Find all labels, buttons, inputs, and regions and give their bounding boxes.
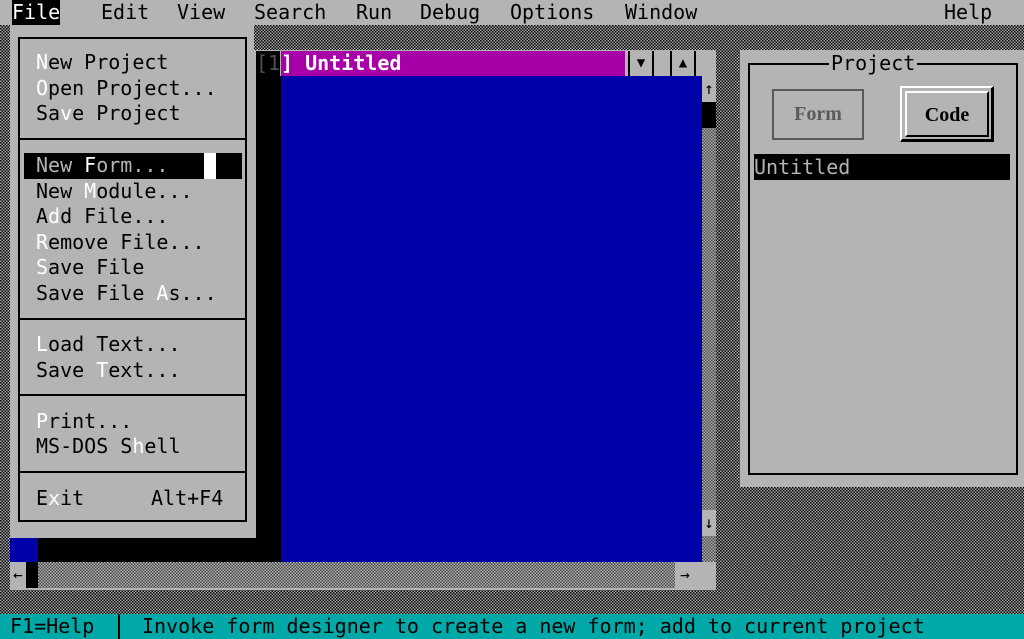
menu-item-add-file[interactable]: Add File... <box>36 204 168 229</box>
arrow-left-icon: ← <box>13 565 23 584</box>
status-bar: F1=Help Invoke form designer to create a… <box>0 614 1024 639</box>
menu-item-ms-dos-shell[interactable]: MS-DOS Shell <box>36 434 181 459</box>
maximize-button[interactable]: ▲ <box>670 51 696 76</box>
code-window-title[interactable]: ] Untitled <box>281 51 625 76</box>
menu-separator <box>18 138 247 140</box>
code-window-number: [1 <box>256 51 281 76</box>
menu-separator <box>18 471 247 473</box>
view-code-button-label: Code <box>905 91 989 137</box>
code-editor[interactable] <box>281 76 702 562</box>
scroll-down-button[interactable]: ↓ <box>702 510 716 536</box>
menu-run[interactable]: Run <box>356 0 392 25</box>
status-divider <box>118 614 120 639</box>
view-form-button[interactable]: Form <box>772 89 864 140</box>
menu-item-save-project[interactable]: Save Project <box>36 101 181 126</box>
minimize-button[interactable]: ▼ <box>628 51 654 76</box>
menu-search[interactable]: Search <box>254 0 326 25</box>
code-editor-edge <box>10 538 38 562</box>
maximize-icon: ▲ <box>678 55 688 71</box>
menu-item-save-file-as[interactable]: Save File As... <box>36 281 217 306</box>
status-message: Invoke form designer to create a new for… <box>142 614 925 638</box>
menu-item-remove-file[interactable]: Remove File... <box>36 230 205 255</box>
menu-item-save-text[interactable]: Save Text... <box>36 358 181 383</box>
menu-file[interactable]: File <box>12 0 61 25</box>
text-cursor <box>204 153 216 179</box>
exit-shortcut: Alt+F4 <box>151 486 224 510</box>
menu-help[interactable]: Help <box>944 0 992 25</box>
minimize-icon: ▼ <box>636 55 646 71</box>
menu-separator <box>18 394 247 396</box>
menu-separator <box>18 318 247 320</box>
arrow-down-icon: ↓ <box>704 513 714 532</box>
menu-item-new-form[interactable]: New Form... <box>36 153 168 178</box>
view-code-button[interactable]: Code <box>900 86 994 142</box>
project-list-item[interactable]: Untitled <box>754 154 1010 180</box>
menu-item-save-file[interactable]: Save File <box>36 255 144 280</box>
status-help-hint: F1=Help <box>10 614 95 638</box>
menu-options[interactable]: Options <box>510 0 594 25</box>
horizontal-scrollbar[interactable] <box>38 562 678 588</box>
code-window-gutter <box>256 76 281 562</box>
scroll-up-button[interactable]: ↑ <box>702 76 716 102</box>
vertical-scrollbar[interactable] <box>702 76 716 562</box>
arrow-right-icon: → <box>680 565 690 584</box>
arrow-up-icon: ↑ <box>704 79 714 98</box>
scroll-corner <box>697 562 716 588</box>
menu-debug[interactable]: Debug <box>420 0 480 25</box>
menu-window[interactable]: Window <box>625 0 697 25</box>
menu-item-new-module[interactable]: New Module... <box>36 179 193 204</box>
menu-item-open-project[interactable]: Open Project... <box>36 76 217 101</box>
menu-item-new-project[interactable]: New Project <box>36 50 168 75</box>
menu-view[interactable]: View <box>177 0 225 25</box>
horizontal-scroll-thumb[interactable] <box>26 562 38 588</box>
scroll-left-button[interactable]: ← <box>10 562 26 588</box>
scroll-right-button[interactable]: → <box>675 562 695 588</box>
menu-item-load-text[interactable]: Load Text... <box>36 332 181 357</box>
vertical-scroll-thumb[interactable] <box>702 102 716 128</box>
menu-item-exit[interactable]: Exit <box>36 486 84 511</box>
menu-bar: File Edit View Search Run Debug Options … <box>0 0 1024 25</box>
menu-item-print[interactable]: Print... <box>36 409 132 434</box>
project-window-title: Project <box>829 51 918 76</box>
menu-edit[interactable]: Edit <box>101 0 149 25</box>
menu-shadow <box>38 538 281 562</box>
